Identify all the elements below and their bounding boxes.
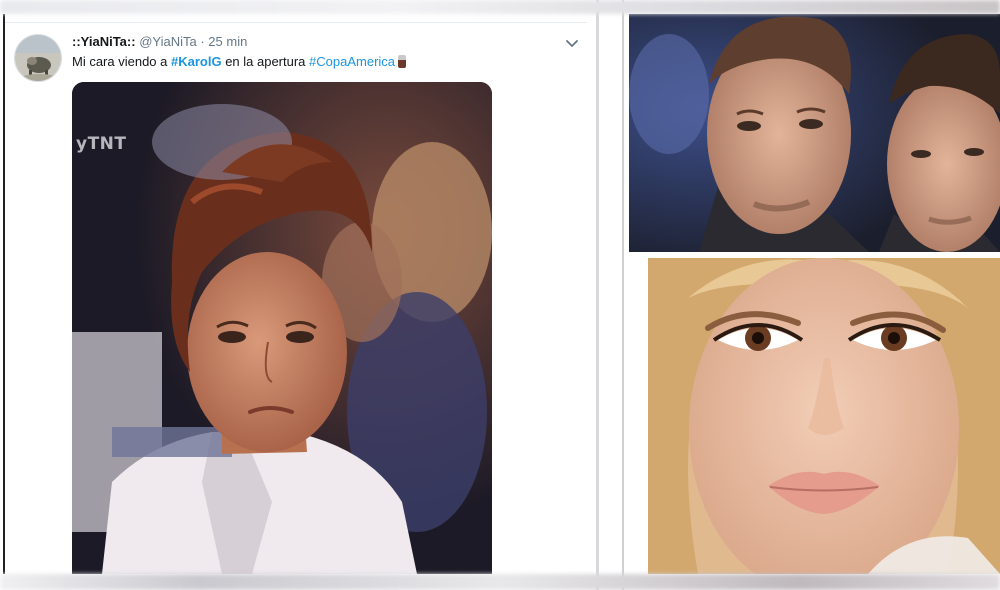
tweet-text-prefix: Mi cara viendo a — [72, 54, 171, 69]
avatar[interactable] — [14, 34, 62, 82]
hashtag-karolg[interactable]: #KarolG — [171, 54, 222, 69]
media-watermark: yTNT — [76, 134, 127, 154]
bottom-blur-edge — [0, 574, 1000, 590]
chevron-down-icon[interactable] — [565, 36, 579, 50]
display-name[interactable]: ::YiaNiTa:: — [72, 34, 136, 49]
hashtag-copaamerica[interactable]: #CopaAmerica — [309, 54, 395, 69]
photo-woman-closeup — [648, 258, 1000, 574]
tweet-text-middle: en la apertura — [221, 54, 310, 69]
user-handle[interactable]: @YiaNiTa — [139, 34, 197, 49]
top-blur-edge — [0, 0, 1000, 14]
tweet-header: ::YiaNiTa:: @YiaNiTa · 25 min — [72, 34, 247, 49]
tweet-divider — [5, 22, 587, 23]
tweet-text: Mi cara viendo a #KarolG en la apertura … — [72, 54, 407, 69]
photo-woman-closeup-image — [648, 258, 1000, 574]
photo-two-men — [629, 14, 1000, 252]
separator-dot: · — [200, 34, 205, 49]
tweet-media[interactable]: yTNT — [72, 82, 492, 574]
collage-right — [624, 0, 1000, 590]
drink-emoji — [398, 55, 407, 68]
tweet-timestamp[interactable]: 25 min — [208, 34, 247, 49]
collage-divider — [596, 0, 624, 590]
media-image — [72, 82, 492, 574]
avatar-image — [15, 35, 61, 81]
window-edge — [3, 14, 5, 574]
tweet-panel: ::YiaNiTa:: @YiaNiTa · 25 min Mi cara vi… — [0, 0, 596, 590]
photo-two-men-image — [629, 14, 1000, 252]
